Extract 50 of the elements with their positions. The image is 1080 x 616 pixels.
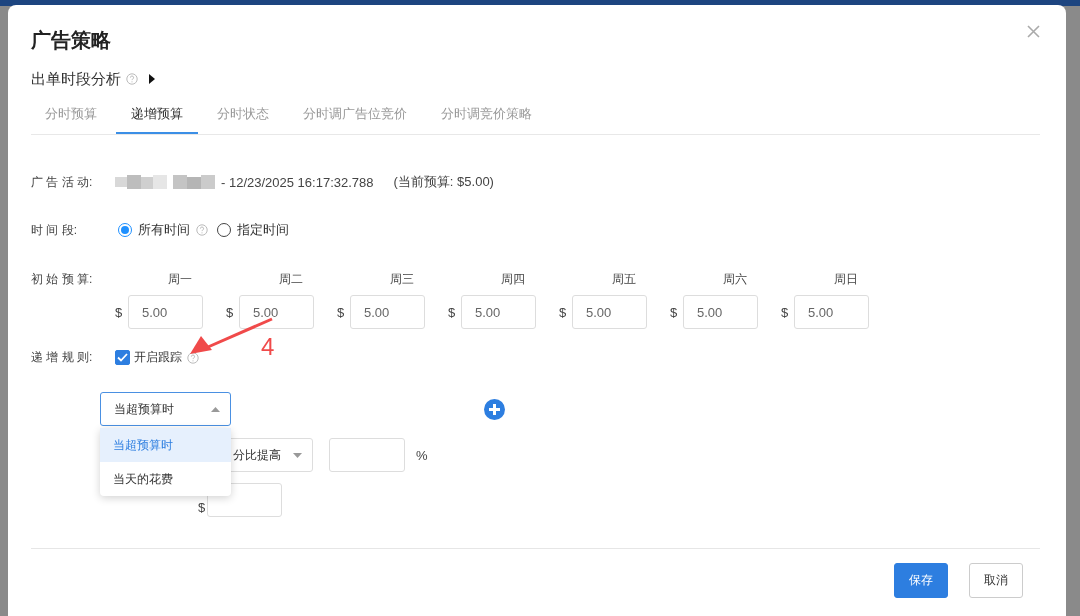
currency-label: $ <box>198 500 207 517</box>
expand-icon[interactable] <box>149 74 155 84</box>
check-icon <box>117 353 128 362</box>
field-label: 广 告 活 动: <box>31 173 94 191</box>
budget-input[interactable]: 5.00 <box>350 295 425 329</box>
day-label: 周二 <box>277 271 304 287</box>
currency-label: $ <box>226 304 235 320</box>
add-icon[interactable] <box>484 398 505 420</box>
help-icon[interactable] <box>187 351 199 364</box>
day-label: 周四 <box>499 271 526 287</box>
currency-label: $ <box>781 304 790 320</box>
currency-label: $ <box>448 304 457 320</box>
budget-input[interactable]: 5.00 <box>572 295 647 329</box>
budget-input[interactable]: 5.00 <box>794 295 869 329</box>
currency-label: $ <box>337 304 346 320</box>
campaign-value: - 12/23/2025 16:17:32.788 <box>221 174 374 190</box>
menu-option[interactable]: 当超预算时 <box>100 428 231 462</box>
day-label: 周日 <box>832 271 859 287</box>
field-label: 时 间 段: <box>31 221 78 239</box>
day-label: 周一 <box>166 271 193 287</box>
currency-label: $ <box>670 304 679 320</box>
section-title: 出单时段分析 <box>31 69 121 89</box>
field-label: 递 增 规 则: <box>31 349 94 366</box>
close-icon[interactable] <box>1027 25 1040 38</box>
unit-label: % <box>416 447 428 463</box>
save-button[interactable]: 保存 <box>894 563 948 598</box>
current-budget: (当前预算: $5.00) <box>393 173 494 191</box>
percent-input[interactable] <box>329 438 405 472</box>
day-label: 周五 <box>610 271 637 287</box>
tracking-checkbox[interactable]: 开启跟踪 <box>115 349 182 366</box>
field-label: 初 始 预 算: <box>31 271 94 288</box>
currency-label: $ <box>115 304 124 320</box>
condition-select[interactable]: 当超预算时 <box>100 392 231 426</box>
help-icon[interactable] <box>196 224 208 236</box>
caret-icon <box>293 452 302 458</box>
budget-input[interactable]: 5.00 <box>683 295 758 329</box>
help-icon[interactable] <box>126 73 138 85</box>
budget-input[interactable]: 5.00 <box>128 295 203 329</box>
cancel-button[interactable]: 取消 <box>969 563 1023 598</box>
currency-label: $ <box>559 304 568 320</box>
budget-input[interactable]: 5.00 <box>239 295 314 329</box>
tab[interactable]: 递增预算 <box>116 97 198 134</box>
radio-option[interactable]: 指定时间 <box>214 221 289 239</box>
annotation-number: 4 <box>261 333 275 361</box>
day-label: 周六 <box>721 271 748 287</box>
radio-option[interactable]: 所有时间 <box>115 221 190 239</box>
budget-input[interactable]: 5.00 <box>461 295 536 329</box>
day-label: 周三 <box>388 271 415 287</box>
caret-icon <box>211 406 220 412</box>
dialog-title: 广告策略 <box>31 28 111 51</box>
